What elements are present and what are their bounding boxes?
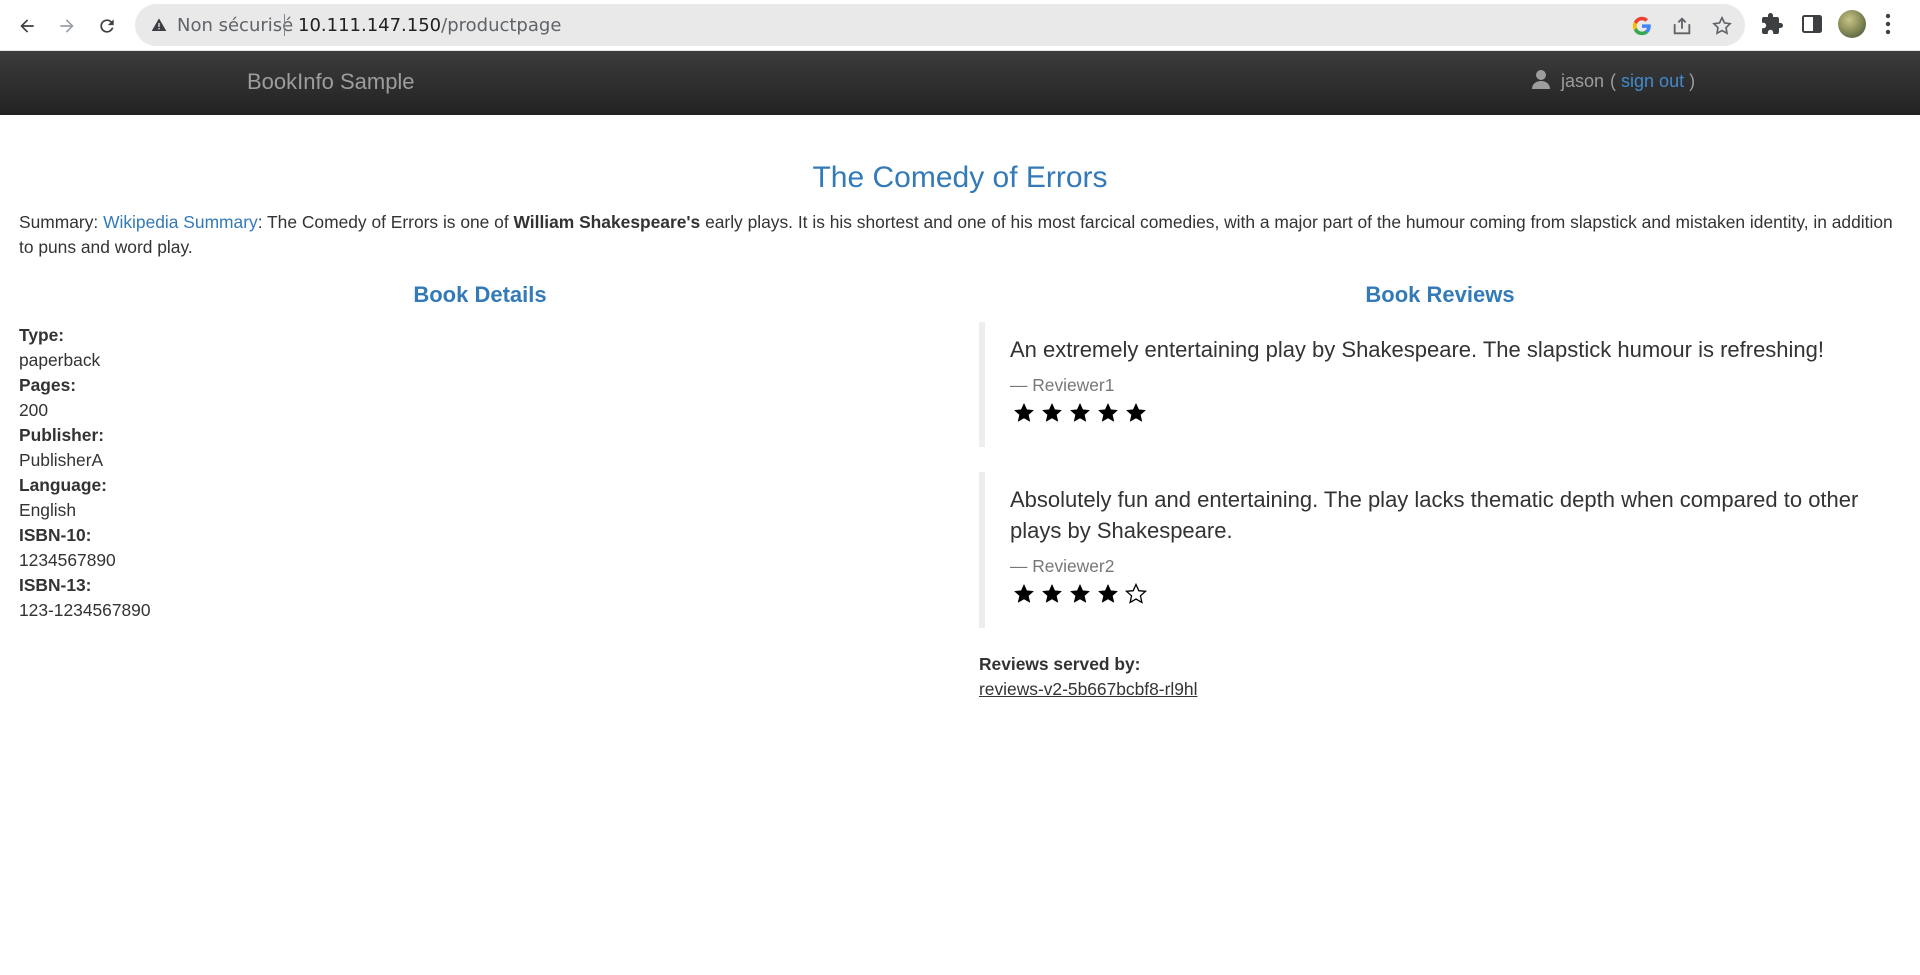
page-title: The Comedy of Errors (812, 161, 1108, 194)
book-details-heading: Book Details (413, 282, 547, 307)
review-text: Absolutely fun and entertaining. The pla… (1010, 487, 1859, 543)
reload-button[interactable] (92, 11, 122, 41)
detail-value-isbn10: 1234567890 (19, 550, 116, 570)
user-icon (1532, 69, 1550, 89)
star-filled-icon (1066, 400, 1094, 426)
reload-icon (100, 19, 114, 33)
summary-author: William Shakespeare's (513, 212, 701, 232)
star-filled-icon (1010, 581, 1038, 607)
address-bar[interactable]: Non sécurisé 10.111.147.150/productpage (135, 4, 1745, 46)
forward-button[interactable] (52, 11, 82, 41)
star-filled-icon (1038, 400, 1066, 426)
paren-open: ( (1610, 71, 1617, 91)
detail-value-language: English (19, 500, 77, 520)
review-item: An extremely entertaining play by Shakes… (979, 322, 1899, 447)
sign-out-link[interactable]: sign out (1621, 71, 1684, 92)
extensions-puzzle-icon[interactable] (1760, 12, 1784, 36)
detail-label-pages: Pages: (19, 375, 77, 395)
user-name: jason (1561, 71, 1605, 91)
app-navbar: BookInfo Sample jason ( sign out ) (0, 51, 1920, 115)
back-button[interactable] (12, 11, 42, 41)
side-panel-icon[interactable] (1800, 12, 1824, 36)
arrow-left-icon (20, 19, 34, 33)
detail-value-pages: 200 (19, 400, 49, 420)
security-status[interactable]: Non sécurisé (177, 15, 293, 36)
star-rating (1010, 581, 1899, 607)
star-rating (1010, 400, 1899, 426)
detail-value-type: paperback (19, 350, 101, 370)
arrow-right-icon (60, 19, 74, 33)
served-by-label: Reviews served by: (979, 654, 1141, 674)
star-filled-icon (1010, 400, 1038, 426)
paren-close: ) (1689, 71, 1696, 91)
bookmark-star-icon[interactable] (1711, 15, 1733, 37)
book-details-list: Type: paperback Pages: 200 Publisher: Pu… (19, 323, 151, 623)
book-reviews-heading: Book Reviews (1365, 282, 1515, 307)
more-menu-icon[interactable] (1885, 13, 1891, 35)
detail-label-language: Language: (19, 475, 107, 495)
star-filled-icon (1066, 581, 1094, 607)
wikipedia-summary-link[interactable]: Wikipedia Summary (103, 212, 258, 232)
star-filled-icon (1094, 400, 1122, 426)
reviewer-name: — Reviewer2 (1010, 556, 1115, 576)
share-icon[interactable] (1671, 15, 1693, 37)
star-empty-icon (1122, 581, 1150, 607)
review-item: Absolutely fun and entertaining. The pla… (979, 472, 1899, 628)
separator (284, 14, 285, 36)
profile-avatar[interactable] (1838, 10, 1866, 38)
brand-title[interactable]: BookInfo Sample (247, 69, 415, 95)
served-by-pod-link[interactable]: reviews-v2-5b667bcbf8-rl9hl (979, 679, 1197, 700)
url-path: /productpage (441, 15, 562, 36)
user-area: jason ( sign out ) (1532, 69, 1696, 92)
url-text[interactable]: 10.111.147.150/productpage (298, 15, 561, 36)
star-filled-icon (1038, 581, 1066, 607)
detail-label-isbn10: ISBN-10: (19, 525, 92, 545)
browser-toolbar: Non sécurisé 10.111.147.150/productpage (0, 0, 1920, 51)
detail-value-publisher: PublisherA (19, 450, 104, 470)
summary-label: Summary: (19, 212, 99, 232)
detail-label-isbn13: ISBN-13: (19, 575, 92, 595)
warning-icon (151, 18, 167, 31)
detail-label-type: Type: (19, 325, 65, 345)
detail-value-isbn13: 123-1234567890 (19, 600, 151, 620)
star-filled-icon (1122, 400, 1150, 426)
summary-text-1: : The Comedy of Errors is one of (257, 212, 509, 232)
google-icon[interactable] (1631, 15, 1653, 37)
reviewer-name: — Reviewer1 (1010, 375, 1115, 395)
detail-label-publisher: Publisher: (19, 425, 105, 445)
url-host: 10.111.147.150 (298, 15, 442, 36)
star-filled-icon (1094, 581, 1122, 607)
review-text: An extremely entertaining play by Shakes… (1010, 337, 1825, 362)
book-summary: Summary: Wikipedia Summary: The Comedy o… (19, 210, 1899, 260)
